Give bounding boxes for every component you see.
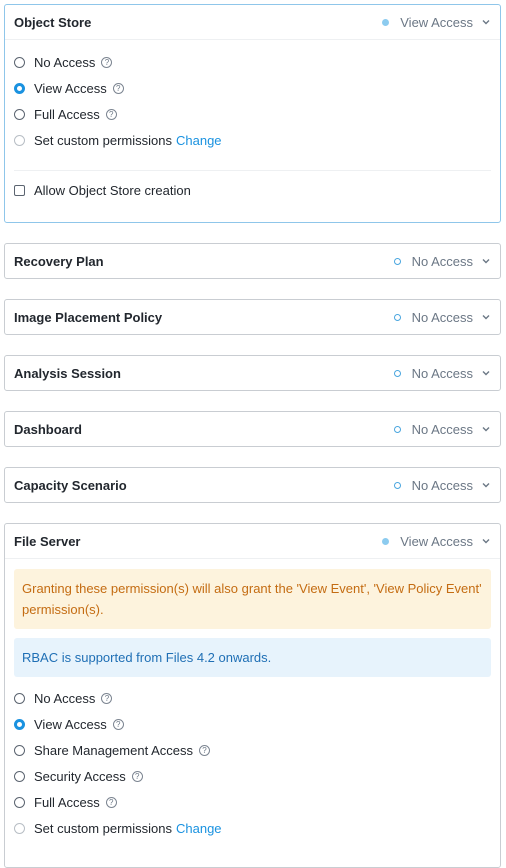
help-icon[interactable]: ? bbox=[101, 692, 113, 704]
panel-file-server: File Server View Access Granting these p… bbox=[4, 523, 501, 868]
panel-recovery-plan[interactable]: Recovery Plan No Access bbox=[4, 243, 501, 279]
panel-header[interactable]: Recovery Plan No Access bbox=[5, 244, 500, 278]
help-icon[interactable]: ? bbox=[105, 108, 117, 120]
chevron-down-icon bbox=[482, 371, 490, 376]
panel-header[interactable]: Capacity Scenario No Access bbox=[5, 468, 500, 502]
status-label: No Access bbox=[411, 365, 473, 381]
status-label: No Access bbox=[411, 477, 473, 493]
status-dot-icon bbox=[393, 257, 401, 265]
radio-button[interactable] bbox=[14, 770, 25, 782]
panel-dashboard[interactable]: Dashboard No Access bbox=[4, 411, 501, 447]
option-label: No Access bbox=[34, 54, 96, 70]
option-security-access[interactable]: Security Access ? bbox=[14, 763, 491, 789]
panel-header[interactable]: Dashboard No Access bbox=[5, 412, 500, 446]
radio-button[interactable] bbox=[14, 108, 25, 120]
option-view-access[interactable]: View Access ? bbox=[14, 75, 491, 101]
option-label: No Access bbox=[34, 690, 96, 706]
status-dot-icon bbox=[393, 481, 401, 489]
option-label: Set custom permissions bbox=[34, 820, 172, 836]
option-full-access[interactable]: Full Access ? bbox=[14, 789, 491, 815]
status-dot-icon bbox=[393, 369, 401, 377]
panel-object-store: Object Store View Access No Access ? Vie… bbox=[4, 4, 501, 223]
option-label: Full Access bbox=[34, 106, 100, 122]
panel-title: Dashboard bbox=[14, 421, 82, 437]
help-icon[interactable]: ? bbox=[101, 56, 113, 68]
help-icon[interactable]: ? bbox=[112, 718, 124, 730]
radio-button[interactable] bbox=[14, 796, 25, 808]
panel-image-placement-policy[interactable]: Image Placement Policy No Access bbox=[4, 299, 501, 335]
option-share-management-access[interactable]: Share Management Access ? bbox=[14, 737, 491, 763]
checkbox-label: Allow Object Store creation bbox=[34, 182, 191, 198]
radio-button[interactable] bbox=[14, 744, 25, 756]
chevron-down-icon bbox=[482, 315, 490, 320]
access-status: No Access bbox=[393, 365, 491, 381]
option-label: View Access bbox=[34, 80, 107, 96]
help-icon[interactable]: ? bbox=[131, 770, 143, 782]
panel-header[interactable]: Image Placement Policy No Access bbox=[5, 300, 500, 334]
status-dot-icon bbox=[393, 313, 401, 321]
option-custom-permissions[interactable]: Set custom permissions Change bbox=[14, 127, 491, 153]
change-link[interactable]: Change bbox=[176, 133, 222, 148]
allow-creation-option[interactable]: Allow Object Store creation bbox=[14, 177, 491, 203]
status-label: No Access bbox=[411, 253, 473, 269]
access-status: No Access bbox=[393, 309, 491, 325]
chevron-down-icon bbox=[482, 259, 490, 264]
status-label: No Access bbox=[411, 309, 473, 325]
radio-button[interactable] bbox=[14, 134, 25, 146]
panel-title: Image Placement Policy bbox=[14, 309, 163, 325]
panel-title: Object Store bbox=[14, 14, 92, 30]
status-dot-icon bbox=[382, 537, 390, 545]
status-dot-icon bbox=[382, 18, 390, 26]
option-custom-permissions[interactable]: Set custom permissions Change bbox=[14, 815, 491, 841]
option-label: Full Access bbox=[34, 794, 100, 810]
access-status: No Access bbox=[393, 421, 491, 437]
chevron-down-icon bbox=[482, 20, 490, 25]
panel-title: Recovery Plan bbox=[14, 253, 104, 269]
panel-title: Analysis Session bbox=[14, 365, 121, 381]
help-icon[interactable]: ? bbox=[105, 796, 117, 808]
panel-header[interactable]: Analysis Session No Access bbox=[5, 356, 500, 390]
access-status: View Access bbox=[382, 534, 491, 549]
radio-button[interactable] bbox=[14, 56, 25, 68]
radio-button-selected[interactable] bbox=[14, 82, 25, 94]
divider bbox=[14, 170, 491, 171]
help-icon[interactable]: ? bbox=[198, 744, 210, 756]
option-no-access[interactable]: No Access ? bbox=[14, 49, 491, 75]
option-label: View Access bbox=[34, 716, 107, 732]
panel-analysis-session[interactable]: Analysis Session No Access bbox=[4, 355, 501, 391]
access-status: View Access bbox=[382, 15, 491, 30]
status-label: No Access bbox=[411, 421, 473, 437]
panel-header-object-store[interactable]: Object Store View Access bbox=[5, 5, 500, 40]
chevron-down-icon bbox=[482, 539, 490, 544]
panel-header-file-server[interactable]: File Server View Access bbox=[5, 524, 500, 559]
status-label: View Access bbox=[400, 14, 473, 30]
radio-button[interactable] bbox=[14, 692, 25, 704]
panel-capacity-scenario[interactable]: Capacity Scenario No Access bbox=[4, 467, 501, 503]
access-status: No Access bbox=[393, 477, 491, 493]
option-label: Share Management Access bbox=[34, 742, 193, 758]
chevron-down-icon bbox=[482, 483, 490, 488]
status-label: View Access bbox=[400, 533, 473, 549]
chevron-down-icon bbox=[482, 427, 490, 432]
panel-title: File Server bbox=[14, 533, 81, 549]
help-icon[interactable]: ? bbox=[112, 82, 124, 94]
allow-creation-checkbox[interactable] bbox=[14, 184, 25, 196]
option-label: Set custom permissions bbox=[34, 132, 172, 148]
change-link[interactable]: Change bbox=[176, 821, 222, 836]
panel-title: Capacity Scenario bbox=[14, 477, 127, 493]
radio-button-selected[interactable] bbox=[14, 718, 25, 730]
access-status: No Access bbox=[393, 253, 491, 269]
status-dot-icon bbox=[393, 425, 401, 433]
option-no-access[interactable]: No Access ? bbox=[14, 685, 491, 711]
option-full-access[interactable]: Full Access ? bbox=[14, 101, 491, 127]
warning-alert: Granting these permission(s) will also g… bbox=[14, 569, 491, 629]
info-alert: RBAC is supported from Files 4.2 onwards… bbox=[14, 638, 491, 677]
option-label: Security Access bbox=[34, 768, 126, 784]
option-view-access[interactable]: View Access ? bbox=[14, 711, 491, 737]
permissions-list: Object Store View Access No Access ? Vie… bbox=[0, 0, 506, 868]
radio-button[interactable] bbox=[14, 822, 25, 834]
